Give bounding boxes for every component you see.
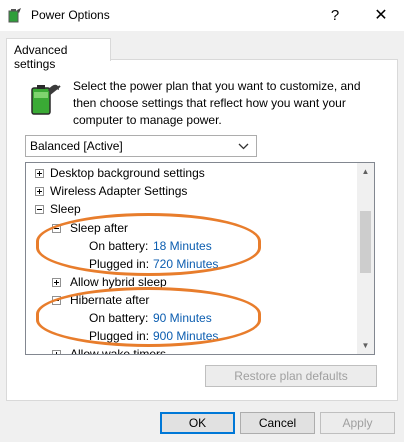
tree-item-label: Sleep <box>50 202 81 216</box>
battery-icon <box>31 84 61 115</box>
power-plan-select[interactable]: Balanced [Active] <box>25 135 257 157</box>
collapse-minus-icon[interactable] <box>52 296 61 305</box>
on-battery-label: On battery: <box>89 239 149 253</box>
window-title: Power Options <box>31 8 110 22</box>
tab-label: Advanced settings <box>14 43 68 71</box>
tree-item-label: Allow wake timers <box>70 347 167 355</box>
tree-item-label: Sleep after <box>70 221 129 235</box>
expand-plus-icon[interactable] <box>35 187 44 196</box>
tree-item-label: Desktop background settings <box>50 166 205 180</box>
sleep-plugged-in-value[interactable]: 720 Minutes <box>153 256 218 273</box>
scroll-down-icon[interactable]: ▼ <box>357 337 374 354</box>
restore-defaults-button[interactable]: Restore plan defaults <box>205 365 377 387</box>
settings-tree[interactable]: Desktop background settings Wireless Ada… <box>25 162 375 355</box>
hibernate-plugged-in-value[interactable]: 900 Minutes <box>153 328 218 345</box>
on-battery-label: On battery: <box>89 311 149 325</box>
sleep-on-battery-value[interactable]: 18 Minutes <box>153 238 212 255</box>
ok-button[interactable]: OK <box>160 412 235 434</box>
scroll-up-icon[interactable]: ▲ <box>357 163 374 180</box>
collapse-minus-icon[interactable] <box>35 205 44 214</box>
tree-item-label: Wireless Adapter Settings <box>50 184 188 198</box>
intro-text: Select the power plan that you want to c… <box>73 79 361 127</box>
power-plan-value: Balanced [Active] <box>30 139 123 153</box>
tree-item-label: Hibernate after <box>70 293 150 307</box>
vertical-scrollbar[interactable]: ▲ ▼ <box>357 163 374 354</box>
cancel-button[interactable]: Cancel <box>240 412 315 434</box>
plugged-in-label: Plugged in: <box>89 257 150 271</box>
chevron-down-icon <box>238 143 249 150</box>
title-bar: Power Options ? ✕ <box>0 0 404 31</box>
scrollbar-thumb[interactable] <box>360 211 371 273</box>
expand-plus-icon[interactable] <box>35 169 44 178</box>
apply-button[interactable]: Apply <box>320 412 395 434</box>
collapse-minus-icon[interactable] <box>52 224 61 233</box>
close-button[interactable]: ✕ <box>358 0 404 31</box>
power-options-icon <box>8 8 21 23</box>
tree-item-label: Allow hybrid sleep <box>70 275 167 289</box>
expand-plus-icon[interactable] <box>52 278 61 287</box>
tab-advanced-settings[interactable]: Advanced settings <box>6 38 111 71</box>
plugged-in-label: Plugged in: <box>89 329 150 343</box>
hibernate-on-battery-value[interactable]: 90 Minutes <box>153 310 212 327</box>
expand-plus-icon[interactable] <box>52 350 61 354</box>
help-button[interactable]: ? <box>312 0 358 31</box>
